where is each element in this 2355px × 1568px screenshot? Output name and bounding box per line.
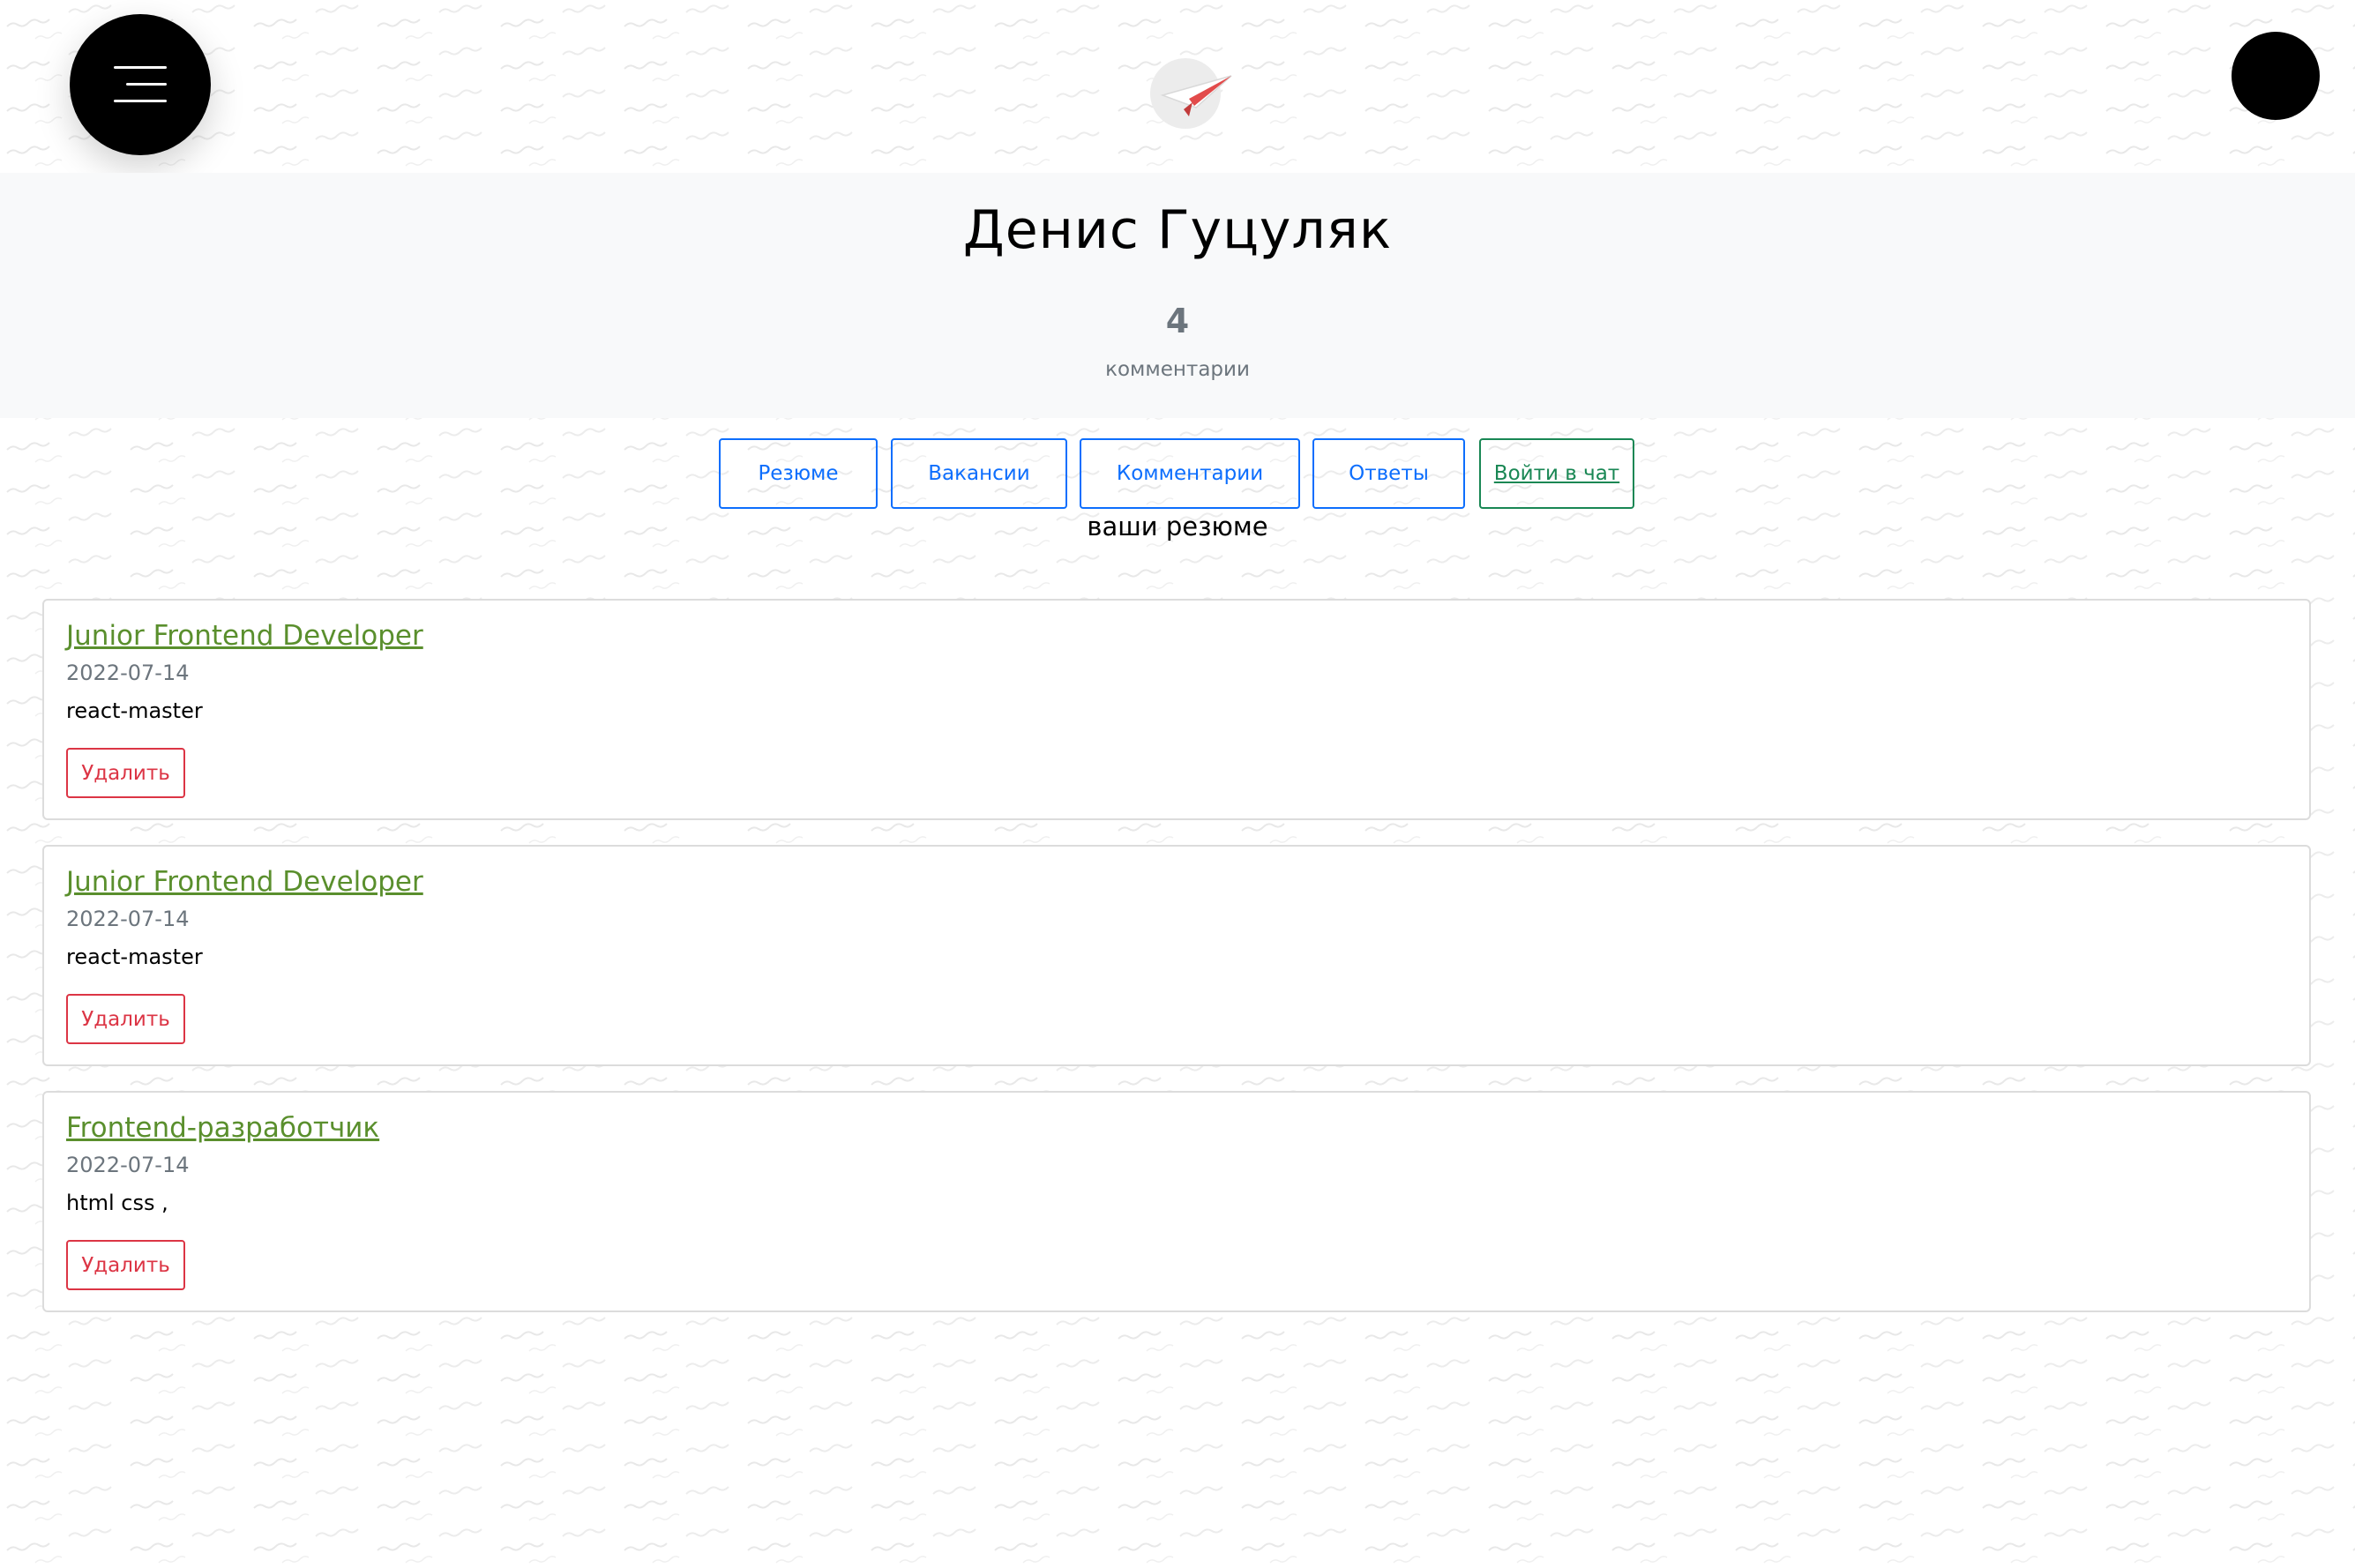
resume-card: Junior Frontend Developer 2022-07-14 rea… xyxy=(42,845,2311,1066)
resume-description: react-master xyxy=(66,945,203,969)
user-avatar[interactable] xyxy=(2232,32,2320,120)
resume-card: Frontend-разработчик 2022-07-14 html css… xyxy=(42,1091,2311,1312)
header xyxy=(0,0,2355,173)
menu-button[interactable] xyxy=(70,14,211,155)
profile-header: Денис Гуцуляк 4 комментарии xyxy=(0,173,2355,418)
resume-title-link[interactable]: Frontend-разработчик xyxy=(66,1112,379,1144)
enter-chat-button[interactable]: Войти в чат xyxy=(1479,438,1634,509)
comments-count: 4 xyxy=(1165,302,1190,340)
resume-date: 2022-07-14 xyxy=(66,907,190,931)
tab-vacancies[interactable]: Вакансии xyxy=(891,438,1067,509)
delete-button[interactable]: Удалить xyxy=(66,994,185,1044)
tab-answers[interactable]: Ответы xyxy=(1312,438,1465,509)
resume-date: 2022-07-14 xyxy=(66,1153,190,1177)
resume-date: 2022-07-14 xyxy=(66,661,190,685)
paper-plane-logo-icon[interactable] xyxy=(1145,55,1242,132)
resume-title-link[interactable]: Junior Frontend Developer xyxy=(66,620,423,652)
resume-description: html css , xyxy=(66,1191,168,1215)
tab-resume[interactable]: Резюме xyxy=(719,438,878,509)
hamburger-menu-icon xyxy=(114,66,167,103)
page: Денис Гуцуляк 4 комментарии Резюме Вакан… xyxy=(0,0,2355,1568)
delete-button[interactable]: Удалить xyxy=(66,1240,185,1290)
comments-label: комментарии xyxy=(1105,358,1250,381)
resume-description: react-master xyxy=(66,698,203,723)
profile-tabs: Резюме Вакансии Комментарии Ответы Войти… xyxy=(0,438,2355,511)
section-title: ваши резюме xyxy=(1087,511,1268,541)
resume-card: Junior Frontend Developer 2022-07-14 rea… xyxy=(42,599,2311,820)
profile-name: Денис Гуцуляк xyxy=(962,199,1393,261)
delete-button[interactable]: Удалить xyxy=(66,748,185,798)
resume-title-link[interactable]: Junior Frontend Developer xyxy=(66,866,423,898)
tab-comments[interactable]: Комментарии xyxy=(1080,438,1300,509)
